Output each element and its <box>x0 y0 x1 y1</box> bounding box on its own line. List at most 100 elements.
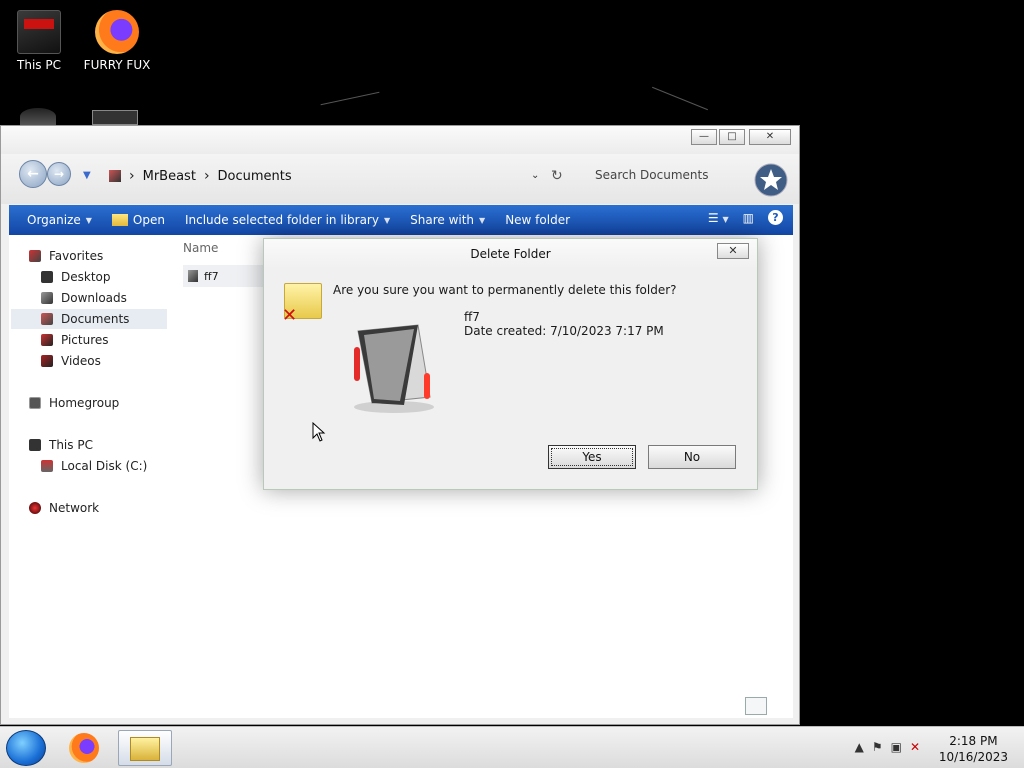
file-name: ff7 <box>204 269 219 283</box>
large-icons-view-icon[interactable] <box>771 697 787 715</box>
nav-label: Videos <box>61 354 101 368</box>
back-button[interactable]: ← <box>19 160 47 188</box>
nav-pictures[interactable]: Pictures <box>41 330 109 350</box>
minimize-button[interactable]: — <box>691 129 717 145</box>
nav-label: Network <box>49 501 100 515</box>
help-icon[interactable]: ? <box>768 210 783 225</box>
nav-network[interactable]: Network <box>29 498 99 518</box>
wallpaper-line <box>320 91 380 106</box>
forward-button[interactable]: → <box>47 162 71 186</box>
navigation-pane: Favorites Desktop Downloads Documents Pi… <box>9 235 169 718</box>
nav-documents[interactable]: Documents <box>11 309 167 329</box>
app-icon <box>92 110 138 125</box>
nav-local-disk[interactable]: Local Disk (C:) <box>41 456 147 476</box>
include-label: Include selected folder in library <box>184 213 379 227</box>
start-button[interactable] <box>6 730 46 766</box>
videos-icon <box>41 355 53 367</box>
chevron-down-icon: ▼ <box>383 215 391 225</box>
documents-icon <box>41 313 53 325</box>
address-row: ← → ▼ › MrBeast › Documents ⌄ ↻ Search D… <box>1 154 799 204</box>
show-hidden-icons-icon[interactable]: ▲ <box>855 740 864 754</box>
preview-pane-icon[interactable]: ▥ <box>743 211 754 225</box>
address-dropdown[interactable]: ⌄ <box>531 170 539 181</box>
yes-button[interactable]: Yes <box>548 445 636 469</box>
download-icon <box>41 292 53 304</box>
firefox-icon <box>95 10 139 54</box>
dialog-title[interactable]: Delete Folder ✕ <box>264 239 757 269</box>
nav-label: This PC <box>49 438 93 452</box>
chevron-right-icon: › <box>203 168 210 184</box>
search-input[interactable]: Search Documents <box>588 164 738 186</box>
taskbar-firefox[interactable] <box>60 730 108 766</box>
open-label: Open <box>132 213 165 227</box>
folder-icon <box>111 214 128 226</box>
nav-label: Pictures <box>61 333 109 347</box>
nav-this-pc[interactable]: This PC <box>29 435 93 455</box>
computer-icon <box>29 439 41 451</box>
details-view-icon[interactable] <box>745 697 767 715</box>
column-header-name[interactable]: Name <box>183 241 218 255</box>
desktop-icon-label: FURRY FUX <box>83 58 151 72</box>
nav-desktop[interactable]: Desktop <box>41 267 111 287</box>
nav-label: Favorites <box>49 249 104 263</box>
recent-pages-dropdown[interactable]: ▼ <box>83 170 91 181</box>
wallpaper-line <box>651 86 709 111</box>
desktop-icon-partial-2[interactable] <box>92 110 140 125</box>
dialog-question: Are you sure you want to permanently del… <box>333 283 677 297</box>
share-label: Share with <box>410 213 475 227</box>
pictures-icon <box>41 334 53 346</box>
desktop-icon-partial-1[interactable] <box>18 108 58 125</box>
desktop-icon-label: This PC <box>17 58 61 72</box>
nav-label: Downloads <box>61 291 127 305</box>
nav-label: Local Disk (C:) <box>61 459 148 473</box>
desktop-icon <box>41 271 53 283</box>
view-options-icon[interactable]: ☰ ▼ <box>708 211 729 225</box>
maximize-button[interactable]: □ <box>719 129 745 145</box>
clock-time: 2:18 PM <box>949 734 998 748</box>
refresh-icon[interactable]: ↻ <box>551 168 563 184</box>
desktop-icon-furry-fux[interactable]: FURRY FUX <box>82 4 152 72</box>
dialog-close-button[interactable]: ✕ <box>717 243 749 259</box>
folder-icon <box>109 170 121 182</box>
include-in-library-button[interactable]: Include selected folder in library ▼ <box>175 213 400 227</box>
delete-folder-dialog: Delete Folder ✕ ✕ Are you sure you want … <box>263 238 758 490</box>
view-switcher <box>745 697 787 715</box>
computer-icon <box>17 10 61 54</box>
drive-icon <box>41 460 53 472</box>
firefox-icon <box>69 733 99 763</box>
folder-icon <box>130 737 160 761</box>
folder-icon <box>188 270 198 282</box>
breadcrumb-item-documents[interactable]: Documents <box>218 169 292 184</box>
list-item[interactable]: ff7 <box>183 265 263 287</box>
network-status-icon[interactable]: ▣ <box>891 740 902 754</box>
breadcrumb-item-mrbeast[interactable]: MrBeast <box>143 169 196 184</box>
nav-favorites[interactable]: Favorites <box>29 246 103 266</box>
close-button[interactable]: ✕ <box>749 129 791 145</box>
no-button[interactable]: No <box>648 445 736 469</box>
star-icon[interactable] <box>753 162 789 201</box>
nav-homegroup[interactable]: Homegroup <box>29 393 119 413</box>
delete-x-icon: ✕ <box>282 305 298 326</box>
taskbar-file-explorer[interactable] <box>118 730 172 766</box>
clock-date: 10/16/2023 <box>938 750 1008 764</box>
network-icon <box>29 502 41 514</box>
nav-downloads[interactable]: Downloads <box>41 288 127 308</box>
organize-label: Organize <box>27 213 81 227</box>
command-bar: Organize ▼ Open Include selected folder i… <box>9 205 793 235</box>
system-tray: ▲ ⚑ ▣ ✕ <box>855 740 920 754</box>
nav-label: Desktop <box>61 270 111 284</box>
homegroup-icon <box>29 397 41 409</box>
desktop-icon-this-pc[interactable]: This PC <box>4 4 74 72</box>
taskbar: ▲ ⚑ ▣ ✕ 2:18 PM 10/16/2023 <box>0 726 1024 768</box>
organize-button[interactable]: Organize ▼ <box>9 213 102 227</box>
volume-muted-icon[interactable]: ✕ <box>910 740 920 754</box>
new-folder-button[interactable]: New folder <box>495 213 580 227</box>
nav-videos[interactable]: Videos <box>41 351 101 371</box>
action-center-flag-icon[interactable]: ⚑ <box>872 740 883 754</box>
clock[interactable]: 2:18 PM 10/16/2023 <box>939 733 1008 765</box>
window-titlebar[interactable]: — □ ✕ <box>1 126 799 154</box>
share-with-button[interactable]: Share with ▼ <box>400 213 495 227</box>
folder-preview-icon <box>344 321 439 416</box>
open-button[interactable]: Open <box>102 213 175 227</box>
item-name: ff7 <box>464 310 480 324</box>
